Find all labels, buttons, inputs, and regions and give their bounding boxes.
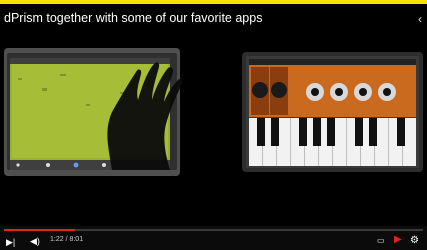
next-icon[interactable]: ▶| bbox=[6, 237, 15, 247]
video-player[interactable]: dPrism together with some of our favorit… bbox=[0, 0, 427, 250]
progress-played bbox=[4, 229, 76, 231]
volume-icon[interactable]: ◀︎) bbox=[30, 236, 40, 246]
video-title: dPrism together with some of our favorit… bbox=[4, 11, 263, 25]
yellow-top-bar bbox=[0, 0, 427, 4]
time-display: 1:22 / 8:01 bbox=[50, 236, 84, 243]
right-tablet bbox=[242, 52, 423, 172]
captions-icon[interactable]: ▭ bbox=[377, 236, 385, 246]
youtube-logo[interactable]: ▶ bbox=[394, 235, 402, 245]
progress-bar[interactable] bbox=[4, 229, 423, 231]
video-frame bbox=[4, 48, 423, 176]
settings-icon[interactable]: ⚙ bbox=[410, 236, 419, 246]
share-icon[interactable]: ‹ bbox=[418, 12, 422, 26]
